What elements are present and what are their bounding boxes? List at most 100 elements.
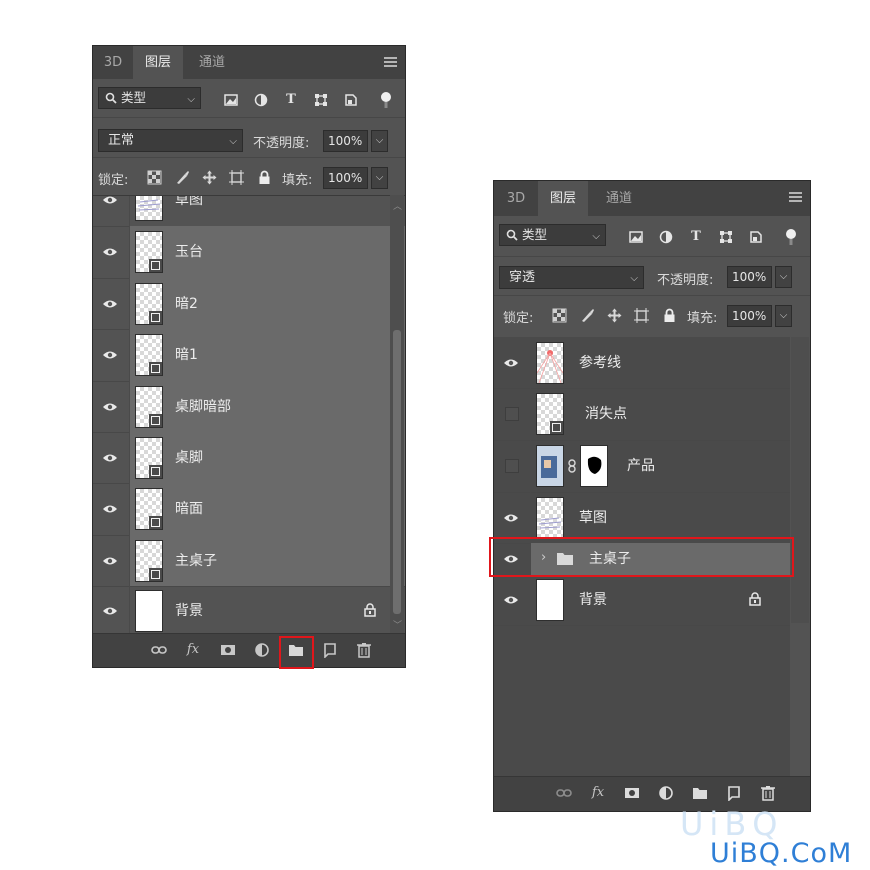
layers-scrollbar[interactable] <box>791 337 809 623</box>
opacity-dropdown[interactable]: ⌵ <box>775 266 792 288</box>
lock-all-icon[interactable] <box>257 170 272 185</box>
visibility-toggle[interactable] <box>93 196 130 226</box>
link-layers-icon[interactable] <box>556 785 572 801</box>
add-mask-icon[interactable] <box>220 642 236 658</box>
opacity-input[interactable]: 100% <box>323 130 368 152</box>
lock-artboard-icon[interactable] <box>634 308 649 323</box>
smart-object-badge-icon <box>149 516 162 529</box>
layer-row[interactable]: 暗2 <box>93 278 405 330</box>
panel-menu-icon[interactable] <box>789 192 802 202</box>
filter-toggle-icon[interactable] <box>785 228 797 248</box>
layer-row[interactable]: 参考线 <box>494 337 790 389</box>
fill-input[interactable]: 100% <box>727 305 772 327</box>
visibility-toggle[interactable] <box>93 586 130 634</box>
smart-object-filter-icon[interactable] <box>344 93 358 107</box>
adjustment-filter-icon[interactable] <box>254 93 268 107</box>
layer-row-selected-bg <box>130 226 405 278</box>
layer-row[interactable]: 暗1 <box>93 329 405 382</box>
layer-row[interactable]: 产品 <box>494 440 790 493</box>
type-filter-icon[interactable]: T <box>284 93 298 107</box>
new-group-icon[interactable] <box>692 785 708 801</box>
visibility-toggle[interactable] <box>494 575 531 625</box>
layer-row[interactable]: 背景 <box>93 586 405 634</box>
new-layer-icon[interactable] <box>322 642 338 658</box>
fill-label: 填充: <box>282 173 313 188</box>
tab-3d[interactable]: 3D <box>494 181 538 216</box>
tab-channels[interactable]: 通道 <box>594 181 644 216</box>
chain-link-icon[interactable] <box>567 459 577 473</box>
visibility-toggle[interactable] <box>494 388 531 440</box>
tab-layers[interactable]: 图层 <box>538 181 588 216</box>
adjustment-layer-icon[interactable] <box>254 642 270 658</box>
layer-thumbnail <box>135 385 163 428</box>
layer-row[interactable]: 背景 <box>494 575 790 626</box>
layers-scrollbar[interactable]: ︿ ﹀ <box>390 195 404 633</box>
layer-row[interactable]: 桌脚暗部 <box>93 381 405 433</box>
visibility-toggle[interactable] <box>494 337 531 388</box>
layer-row[interactable]: 草图 <box>93 196 405 227</box>
layer-row[interactable]: 主桌子 <box>93 535 405 587</box>
fill-dropdown[interactable]: ⌵ <box>371 167 388 189</box>
fx-icon[interactable]: fx <box>185 642 201 658</box>
layers-panel-after: 3D 图层 通道 类型 ⌵ T 穿透 ⌵ 不透明度: 100% ⌵ 锁定: 填充… <box>493 180 811 812</box>
pixel-filter-icon[interactable] <box>629 230 643 244</box>
visibility-toggle[interactable] <box>93 226 130 278</box>
opacity-input[interactable]: 100% <box>727 266 772 288</box>
fill-input[interactable]: 100% <box>323 167 368 189</box>
highlight-new-group-button <box>279 636 314 669</box>
scrollbar-thumb[interactable] <box>393 330 401 614</box>
lock-transparent-pixels-icon[interactable] <box>147 170 162 185</box>
smart-object-filter-icon[interactable] <box>749 230 763 244</box>
visibility-toggle[interactable] <box>93 278 130 329</box>
add-mask-icon[interactable] <box>624 785 640 801</box>
trash-icon[interactable] <box>760 785 776 801</box>
shape-filter-icon[interactable] <box>719 230 733 244</box>
lock-all-icon[interactable] <box>662 308 677 323</box>
filter-kind-dropdown[interactable]: 类型 ⌵ <box>499 224 606 246</box>
visibility-toggle[interactable] <box>93 535 130 586</box>
layer-row[interactable]: 暗面 <box>93 483 405 536</box>
pixel-filter-icon[interactable] <box>224 93 238 107</box>
filter-toggle-icon[interactable] <box>380 91 392 111</box>
fill-dropdown[interactable]: ⌵ <box>775 305 792 327</box>
lock-image-pixels-icon[interactable] <box>175 170 190 185</box>
blend-row: 穿透 ⌵ 不透明度: 100% ⌵ <box>494 256 810 296</box>
layer-name: 暗面 <box>175 501 203 517</box>
new-layer-icon[interactable] <box>726 785 742 801</box>
visibility-toggle[interactable] <box>93 483 130 535</box>
layer-row[interactable]: 消失点 <box>494 388 790 441</box>
visibility-toggle[interactable] <box>93 381 130 432</box>
visibility-toggle[interactable] <box>93 329 130 381</box>
adjustment-filter-icon[interactable] <box>659 230 673 244</box>
scroll-up-icon[interactable]: ︿ <box>393 199 402 212</box>
type-filter-icon[interactable]: T <box>689 230 703 244</box>
layer-row[interactable]: 桌脚 <box>93 432 405 484</box>
lock-image-pixels-icon[interactable] <box>580 308 595 323</box>
opacity-dropdown[interactable]: ⌵ <box>371 130 388 152</box>
fx-icon[interactable]: fx <box>590 785 606 801</box>
eye-icon <box>103 454 117 461</box>
eye-icon <box>103 505 117 513</box>
link-layers-icon[interactable] <box>151 642 167 658</box>
visibility-toggle[interactable] <box>494 440 531 492</box>
adjustment-layer-icon[interactable] <box>658 785 674 801</box>
tab-channels[interactable]: 通道 <box>189 46 235 79</box>
scroll-down-icon[interactable]: ﹀ <box>393 618 402 631</box>
visibility-toggle[interactable] <box>93 432 130 483</box>
shape-filter-icon[interactable] <box>314 93 328 107</box>
blend-mode-dropdown[interactable]: 正常 ⌵ <box>98 129 243 152</box>
lock-transparent-pixels-icon[interactable] <box>552 308 567 323</box>
panel-menu-icon[interactable] <box>384 57 397 67</box>
layer-mask-thumbnail[interactable] <box>580 445 608 487</box>
lock-position-icon[interactable] <box>607 308 622 323</box>
blend-mode-dropdown[interactable]: 穿透 ⌵ <box>499 266 644 289</box>
lock-position-icon[interactable] <box>202 170 217 185</box>
tab-layers[interactable]: 图层 <box>133 46 183 79</box>
layer-thumbnail <box>536 341 564 384</box>
lock-artboard-icon[interactable] <box>229 170 244 185</box>
filter-kind-dropdown[interactable]: 类型 ⌵ <box>98 87 201 109</box>
layer-row[interactable]: 玉台 <box>93 226 405 279</box>
trash-icon[interactable] <box>356 642 372 658</box>
tab-3d[interactable]: 3D <box>93 46 133 79</box>
visibility-toggle[interactable] <box>494 492 531 543</box>
